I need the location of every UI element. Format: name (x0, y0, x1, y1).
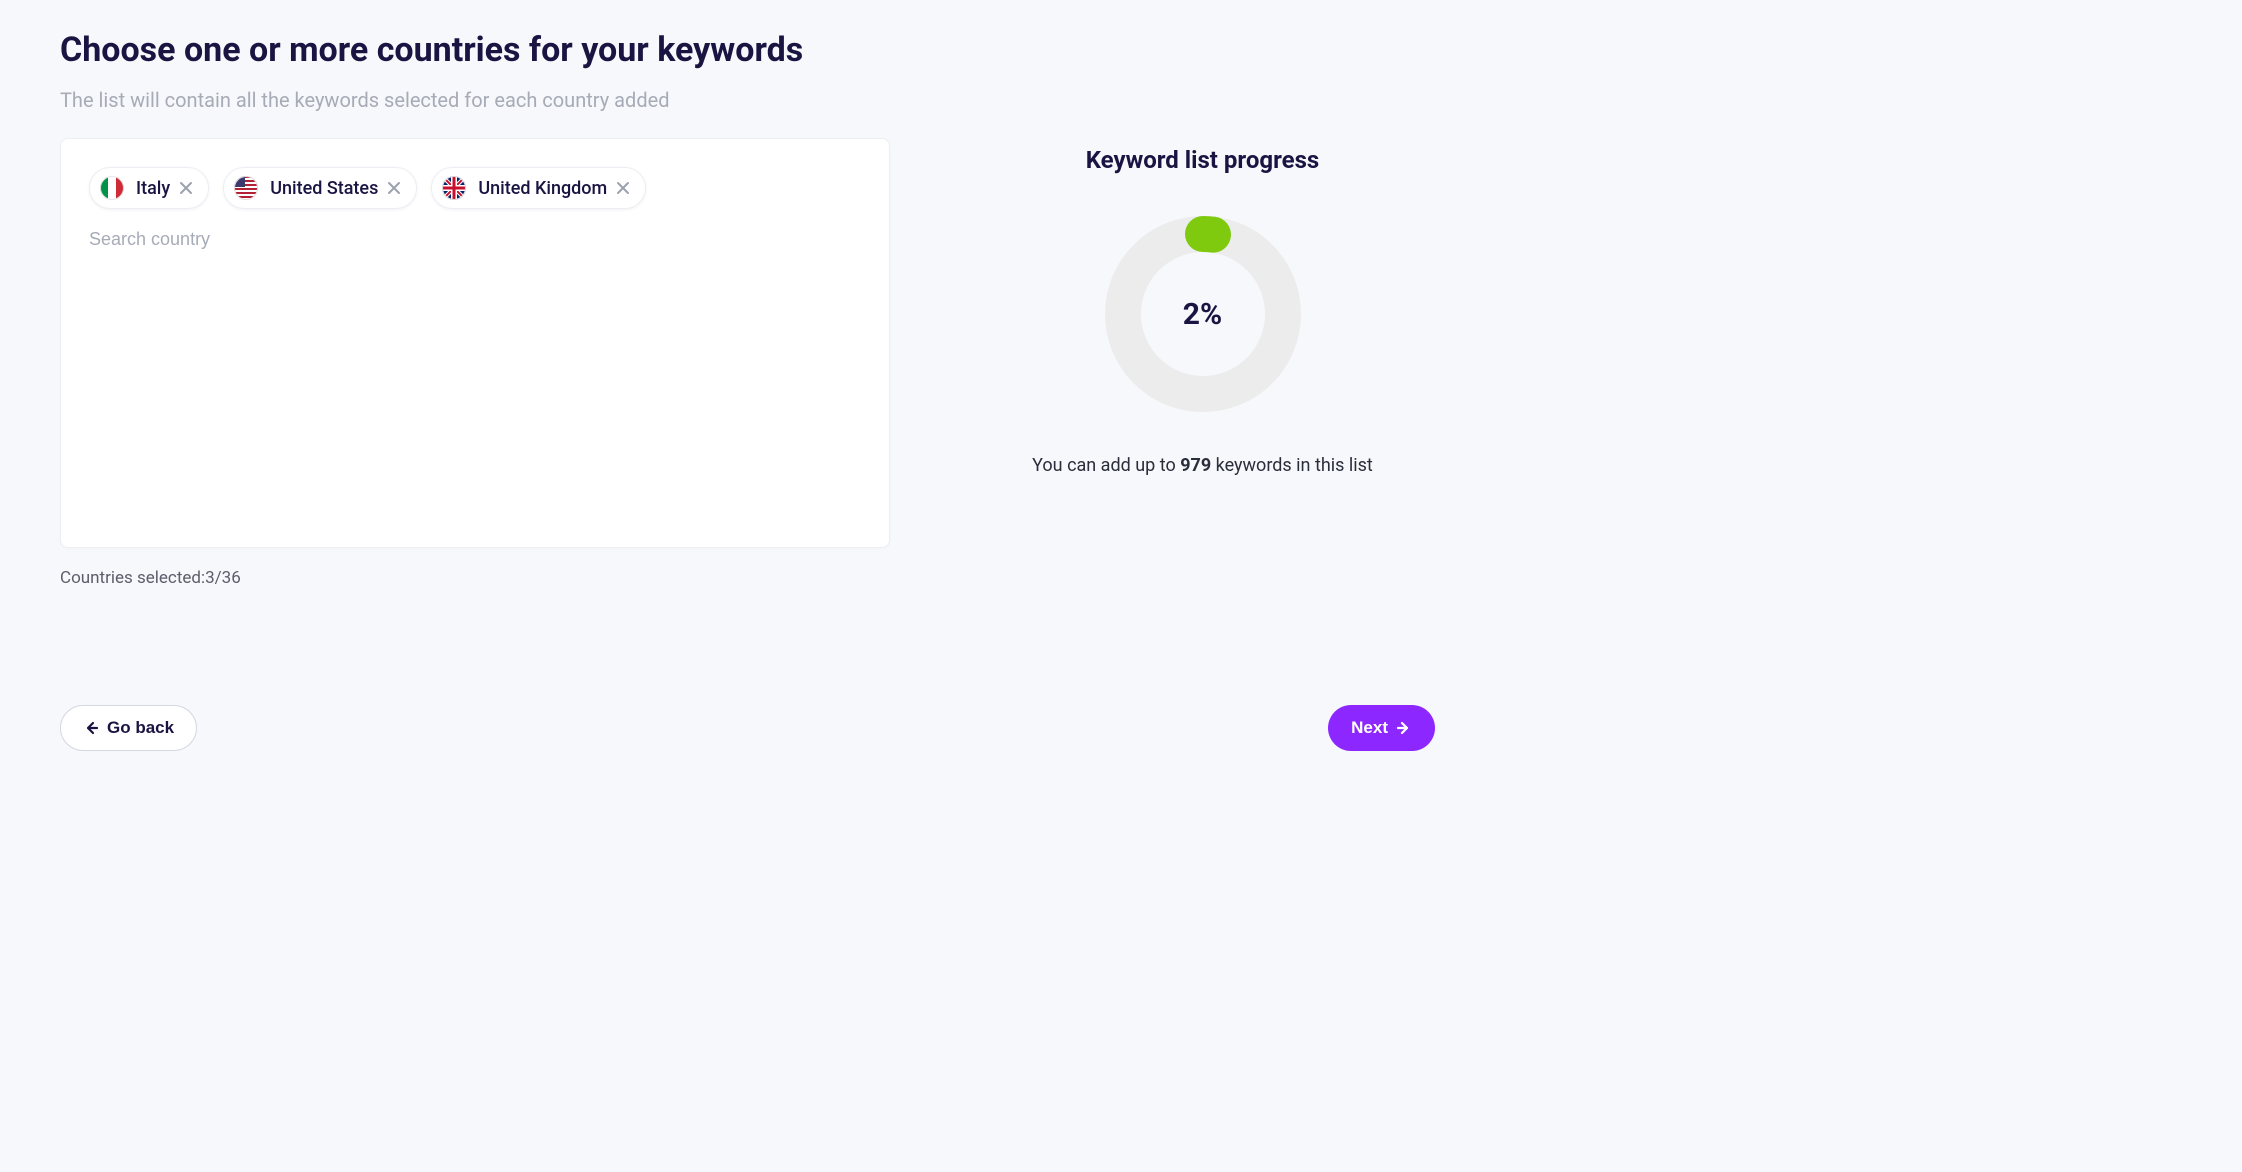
next-label: Next (1351, 718, 1388, 738)
country-chip-label: United States (270, 178, 378, 199)
go-back-label: Go back (107, 718, 174, 738)
countries-selected-value: 3/36 (205, 568, 241, 588)
country-chip-label: United Kingdom (478, 178, 607, 199)
country-chip-italy[interactable]: Italy (89, 167, 209, 209)
country-select-box: Italy (60, 138, 890, 548)
progress-caption-prefix: You can add up to (1032, 455, 1180, 476)
country-chip-uk[interactable]: United Kingdom (431, 167, 646, 209)
next-button[interactable]: Next (1328, 705, 1435, 751)
country-chip-us[interactable]: United States (223, 167, 417, 209)
countries-selected-label: Countries selected: (60, 568, 205, 588)
progress-percent-label: 2% (1103, 214, 1303, 414)
progress-caption: You can add up to 979 keywords in this l… (1032, 452, 1373, 479)
progress-donut: 2% (1103, 214, 1303, 414)
progress-caption-suffix: keywords in this list (1211, 455, 1373, 476)
close-icon[interactable] (178, 180, 194, 196)
search-country-input[interactable] (89, 229, 861, 250)
flag-italy-icon (100, 176, 124, 200)
page-title: Choose one or more countries for your ke… (60, 30, 1435, 70)
arrow-left-icon (83, 720, 99, 736)
close-icon[interactable] (386, 180, 402, 196)
arrow-right-icon (1396, 720, 1412, 736)
flag-us-icon (234, 176, 258, 200)
countries-selected-counter: Countries selected:3/36 (60, 568, 890, 588)
country-chip-label: Italy (136, 178, 170, 199)
go-back-button[interactable]: Go back (60, 705, 197, 751)
selected-chips-row: Italy (89, 167, 861, 209)
close-icon[interactable] (615, 180, 631, 196)
progress-title: Keyword list progress (1086, 146, 1320, 174)
page-subtitle: The list will contain all the keywords s… (60, 88, 1435, 112)
progress-caption-strong: 979 (1180, 455, 1211, 476)
flag-uk-icon (442, 176, 466, 200)
